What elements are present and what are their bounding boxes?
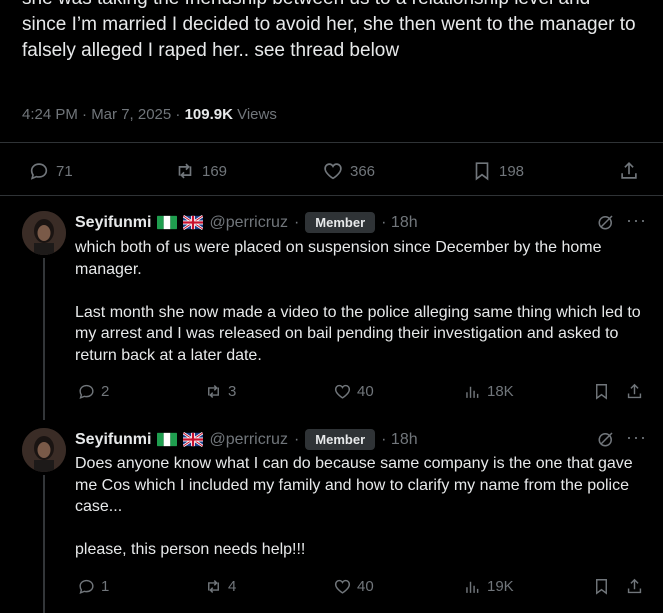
main-tweet-line: since I’m married I decided to avoid her… (22, 14, 636, 35)
reply-text: Does anyone know what I can do because s… (75, 453, 645, 561)
grok-icon[interactable] (597, 213, 615, 231)
like-button[interactable]: 40 (333, 382, 374, 401)
bookmark-icon (475, 162, 489, 181)
bookmark-count: 198 (499, 162, 525, 180)
nigeria-flag-icon (157, 215, 178, 230)
repost-button[interactable]: 3 (204, 382, 236, 401)
display-name[interactable]: Seyifunmi (75, 431, 151, 449)
avatar[interactable] (22, 428, 66, 472)
share-button[interactable] (618, 160, 640, 182)
like-count: 40 (357, 383, 374, 400)
grok-icon[interactable] (597, 430, 615, 448)
heart-icon (324, 163, 342, 180)
user-handle[interactable]: @perricruz (209, 431, 287, 449)
repost-count: 3 (228, 383, 237, 400)
reply-count: 71 (56, 162, 73, 180)
speech-bubble-icon (79, 579, 94, 595)
divider (0, 142, 663, 143)
divider (0, 195, 663, 196)
views-count: 18K (487, 383, 514, 400)
views-button[interactable]: 19K (463, 577, 514, 596)
like-count: 366 (350, 162, 376, 180)
main-tweet-text: she was taking the friendship between us… (22, 0, 652, 64)
tweet-meta: 4:24 PM · Mar 7, 2025 · 109.9K Views (22, 106, 277, 123)
user-handle[interactable]: @perricruz (209, 214, 287, 232)
views-count: 19K (487, 578, 514, 595)
speech-bubble-icon (30, 163, 48, 180)
reply-header: Seyifunmi @perricruz · Member · 18h (75, 212, 418, 233)
main-tweet-line: falsely alleged I raped her.. see thread… (22, 40, 400, 61)
member-badge: Member (305, 212, 376, 233)
views-label: Views (232, 106, 277, 123)
main-tweet-line: she was taking the friendship between us… (22, 0, 652, 12)
repost-arrows-icon (208, 385, 219, 398)
reply-paragraph: Does anyone know what I can do because s… (75, 455, 633, 515)
thread-connector-line (43, 258, 45, 420)
reply-timestamp[interactable]: · 18h (381, 431, 417, 449)
display-name[interactable]: Seyifunmi (75, 214, 151, 232)
profile-photo (22, 428, 66, 472)
tweet-timestamp[interactable]: 4:24 PM · Mar 7, 2025 · (22, 106, 185, 123)
share-upload-icon (627, 578, 642, 594)
bookmark-button[interactable] (592, 577, 611, 596)
more-dots-icon[interactable]: ··· (626, 427, 647, 448)
reply-paragraph: Last month she now made a video to the p… (75, 303, 641, 364)
bookmark-icon (596, 579, 607, 595)
like-button[interactable]: 366 (322, 160, 375, 182)
reply-count: 2 (101, 383, 110, 400)
repost-button[interactable]: 169 (174, 160, 227, 182)
profile-photo (22, 211, 66, 255)
separator: · (293, 430, 300, 448)
thread-connector-line (43, 475, 45, 613)
share-upload-icon (621, 162, 637, 179)
repost-arrows-icon (208, 580, 219, 593)
bookmark-button[interactable]: 198 (471, 160, 524, 182)
avatar[interactable] (22, 211, 66, 255)
views-button[interactable]: 18K (463, 382, 514, 401)
repost-count: 4 (228, 578, 237, 595)
reply-count: 1 (101, 578, 110, 595)
repost-arrows-icon (178, 163, 192, 179)
repost-button[interactable]: 4 (204, 577, 236, 596)
nigeria-flag-icon (157, 432, 178, 447)
reply-header: Seyifunmi @perricruz · Member · 18h (75, 429, 418, 450)
heart-icon (334, 579, 351, 594)
bookmark-icon (596, 384, 607, 400)
tweet-view-count: 109.9K (184, 106, 233, 123)
bookmark-button[interactable] (592, 382, 611, 401)
speech-bubble-icon (79, 384, 94, 400)
reply-button[interactable]: 1 (77, 577, 109, 596)
share-button[interactable] (625, 382, 644, 401)
reply-button[interactable]: 2 (77, 382, 109, 401)
bar-chart-icon (466, 581, 479, 593)
reply-button[interactable]: 71 (28, 160, 73, 182)
like-button[interactable]: 40 (333, 577, 374, 596)
main-action-bar: 71 169 366 198 (0, 150, 663, 192)
reply-paragraph: please, this person needs help!!! (75, 541, 306, 558)
separator: · (293, 213, 300, 231)
reply-paragraph: which both of us were placed on suspensi… (75, 239, 602, 278)
share-button[interactable] (625, 577, 644, 596)
share-upload-icon (627, 383, 642, 399)
more-dots-icon[interactable]: ··· (626, 210, 647, 231)
reply-timestamp[interactable]: · 18h (381, 214, 417, 232)
bar-chart-icon (466, 386, 479, 398)
uk-flag-icon (183, 215, 204, 230)
like-count: 40 (357, 578, 374, 595)
heart-icon (334, 384, 351, 399)
reply-text: which both of us were placed on suspensi… (75, 237, 645, 366)
uk-flag-icon (183, 432, 204, 447)
member-badge: Member (305, 429, 376, 450)
repost-count: 169 (202, 162, 228, 180)
